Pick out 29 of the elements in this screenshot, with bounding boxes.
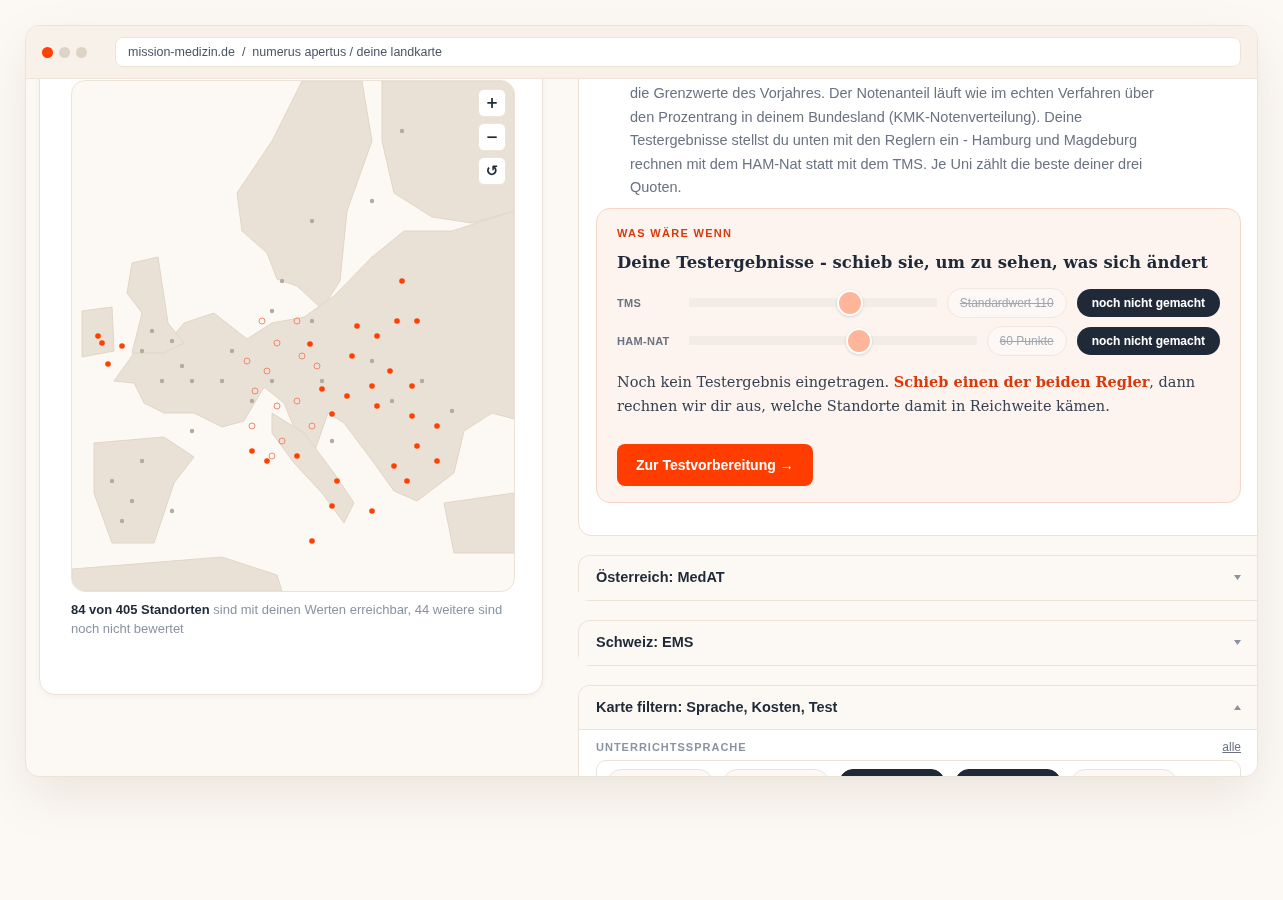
- caret-icon[interactable]: [1234, 639, 1241, 645]
- window-minimize-dot[interactable]: [59, 46, 70, 58]
- slider-value: Standardwert 110: [946, 287, 1067, 318]
- slider-thumb[interactable]: [845, 327, 872, 354]
- window-close-dot[interactable]: [42, 46, 53, 58]
- slider-label: HAM-NAT: [617, 334, 671, 347]
- filter-label: UNTERRICHTSSPRACHE: [596, 740, 747, 753]
- map-caption: 84 von 405 Standorten sind mit deinen Werten erreichbar, 44 weitere sind noch nicht bewertet: [71, 601, 504, 638]
- accordion-title[interactable]: Schweiz: EMS: [596, 634, 694, 650]
- map-control-button[interactable]: −: [478, 123, 506, 151]
- caret-icon[interactable]: [1234, 704, 1241, 710]
- slider-label: TMS: [617, 296, 643, 309]
- not-taken-button[interactable]: noch nicht gemacht: [1076, 288, 1220, 317]
- test-prep-button[interactable]: Zur Testvorbereitung →: [617, 443, 813, 486]
- slider-thumb[interactable]: [837, 289, 864, 316]
- not-taken-button[interactable]: noch nicht gemacht: [1076, 326, 1220, 355]
- slider-value: 60 Punkte: [986, 325, 1067, 356]
- hint-paragraph: Noch kein Testergebnis eingetragen. Schieb einen der beiden Regler, dann rechnen wir dir aus, welche Standorte damit in Reichweite kämen.: [617, 371, 1197, 416]
- intro-paragraph: die Grenzwerte des Vorjahres. Der Notenanteil läuft wie im echten Verfahren über den Prozentrang in deinem Bundesland (KMK-Notenverteilung). Deine Testergebnisse stellst du unten mit den Reglern ein - Hamburg und Magdeburg rechnen mit dem HAM-Nat statt mit dem TMS. Je Uni zählt die beste deiner drei Quoten.: [630, 84, 1155, 197]
- map-control-button[interactable]: ↺: [478, 157, 506, 185]
- panel-title: Deine Testergebnisse - schieb sie, um zu sehen, was sich ändert: [617, 252, 1209, 272]
- window-maximize-dot[interactable]: [76, 46, 87, 58]
- all-link[interactable]: alle: [1222, 739, 1241, 754]
- accordion-title[interactable]: Karte filtern: Sprache, Kosten, Test: [596, 699, 838, 715]
- accordion-title[interactable]: Österreich: MedAT: [596, 569, 725, 585]
- map-control-button[interactable]: +: [478, 89, 506, 117]
- address-bar[interactable]: mission-medizin.de / numerus apertus / deine landkarte: [115, 37, 1241, 67]
- panel-eyebrow: WAS WÄRE WENN: [617, 226, 734, 239]
- caret-icon[interactable]: [1234, 574, 1241, 580]
